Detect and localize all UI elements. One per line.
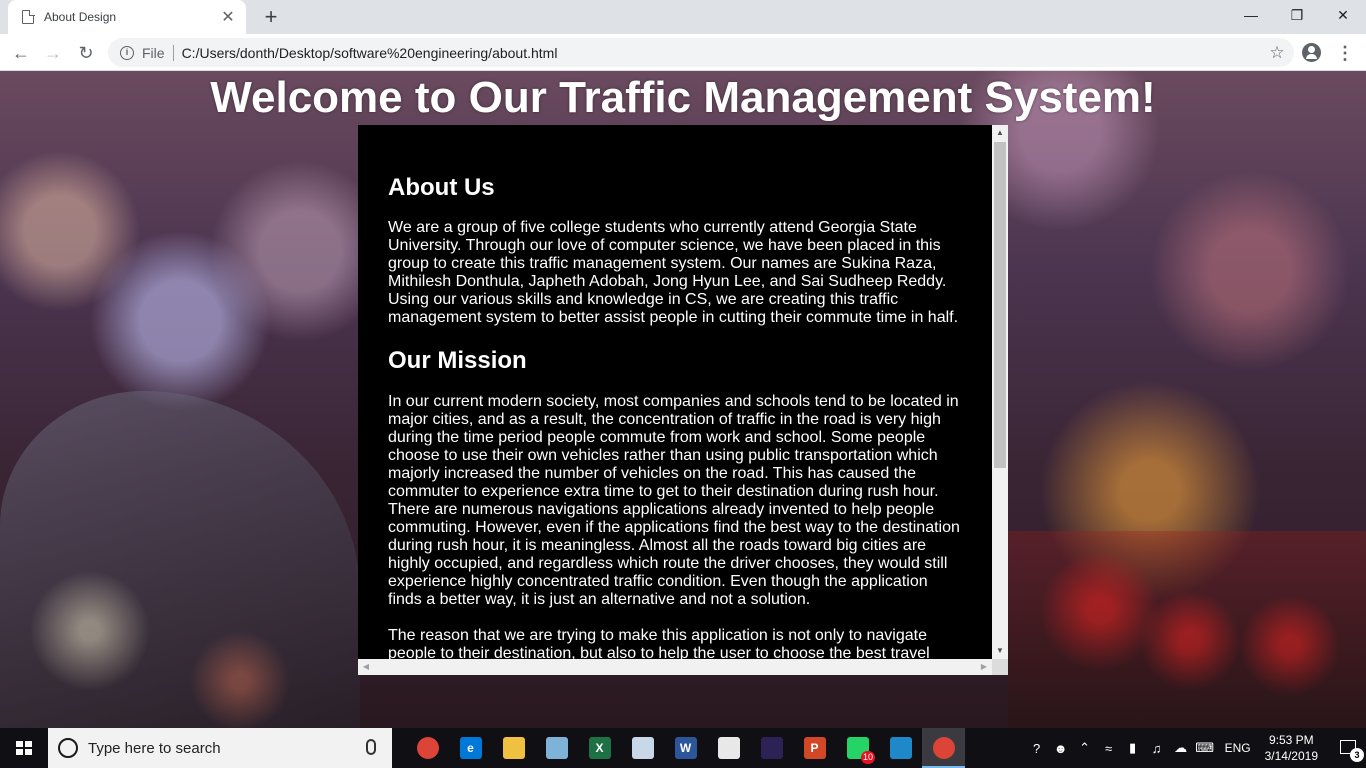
search-placeholder: Type here to search	[88, 739, 221, 757]
browser-tab[interactable]: About Design ✕	[8, 0, 246, 34]
content-scroll-area[interactable]: About Us We are a group of five college …	[358, 125, 992, 659]
address-bar[interactable]: i File C:/Users/donth/Desktop/software%2…	[108, 38, 1294, 67]
vertical-scrollbar[interactable]: ▲ ▼	[992, 125, 1008, 659]
back-button[interactable]: ←	[8, 40, 34, 66]
new-tab-button[interactable]: +	[258, 4, 284, 30]
clock-time: 9:53 PM	[1268, 733, 1314, 747]
powerpoint-icon: P	[803, 737, 826, 759]
taskbar-app-eclipse[interactable]	[750, 728, 793, 768]
scroll-up-icon[interactable]: ▲	[992, 125, 1008, 141]
people-icon[interactable]: ☻	[1049, 741, 1073, 756]
battery-icon[interactable]: ▮	[1121, 740, 1145, 756]
start-button[interactable]	[0, 728, 48, 768]
bookmark-star-icon[interactable]: ☆	[1260, 43, 1294, 63]
eclipse-icon	[760, 737, 783, 759]
taskbar-app-word[interactable]: W	[664, 728, 707, 768]
scroll-down-icon[interactable]: ▼	[992, 643, 1008, 659]
edge-icon: e	[459, 737, 482, 759]
divider	[172, 44, 174, 61]
document-icon	[22, 9, 35, 24]
about-paragraph: We are a group of five college students …	[388, 219, 959, 326]
taskbar-app-edge[interactable]: e	[449, 728, 492, 768]
content-panel[interactable]: About Us We are a group of five college …	[358, 125, 1008, 675]
windows-icon	[16, 741, 32, 755]
store-icon	[717, 737, 740, 759]
maximize-button[interactable]: ❐	[1274, 0, 1320, 30]
system-tray: ? ☻ ⌃ ≈ ▮ ♫ ☁ ⌨ ENG 9:53 PM 3/14/2019 3	[1025, 728, 1366, 768]
taskbar-app-chrome[interactable]	[406, 728, 449, 768]
microphone-icon[interactable]	[366, 739, 376, 755]
minimize-button[interactable]: —	[1228, 0, 1274, 30]
taskbar-app-paint[interactable]	[621, 728, 664, 768]
taskbar-app-remote[interactable]	[879, 728, 922, 768]
keyboard-icon[interactable]: ⌨	[1193, 740, 1217, 756]
volume-icon[interactable]: ♫	[1145, 741, 1169, 756]
mission-paragraph-1: In our current modern society, most comp…	[388, 393, 960, 608]
scrollbar-thumb[interactable]	[994, 142, 1006, 468]
taskbar-app-chrome-active[interactable]	[922, 728, 965, 768]
taskbar: Type here to search e X W P 10 ? ☻ ⌃ ≈ ▮ ♫ ☁…	[0, 728, 1366, 768]
clock-date: 3/14/2019	[1264, 749, 1318, 763]
url-text[interactable]: C:/Users/donth/Desktop/software%20engine…	[182, 45, 1294, 61]
file-explorer-icon	[502, 737, 525, 759]
file-scheme-label: File	[142, 44, 165, 61]
taskbar-app-powerpoint[interactable]: P	[793, 728, 836, 768]
word-icon: W	[674, 737, 697, 759]
mission-paragraph-2: The reason that we are trying to make th…	[388, 627, 930, 659]
chrome-icon	[416, 737, 439, 759]
chevron-up-icon[interactable]: ⌃	[1073, 740, 1097, 756]
scrollbar-corner	[992, 659, 1008, 675]
paint-icon	[631, 737, 654, 759]
section-heading-mission: Our Mission	[388, 347, 527, 374]
tab-strip: About Design ✕ + — ❐ ✕	[0, 0, 1366, 34]
taskbar-search[interactable]: Type here to search	[48, 728, 392, 768]
app-badge: 10	[860, 751, 875, 764]
notification-count: 3	[1350, 748, 1364, 762]
tab-close-icon[interactable]: ✕	[220, 7, 236, 27]
help-icon[interactable]: ?	[1025, 741, 1049, 756]
scroll-left-icon[interactable]: ◀	[358, 659, 374, 675]
language-indicator[interactable]: ENG	[1225, 741, 1251, 755]
menu-icon[interactable]: ⋮	[1336, 40, 1354, 66]
tab-title: About Design	[44, 10, 117, 24]
taskbar-app-notepad[interactable]	[535, 728, 578, 768]
reload-button[interactable]: ↻	[73, 40, 99, 66]
section-heading-about: About Us	[388, 174, 495, 201]
scroll-right-icon[interactable]: ▶	[976, 659, 992, 675]
forward-button[interactable]: →	[40, 40, 66, 66]
remote-icon	[889, 737, 912, 759]
taskbar-app-excel[interactable]: X	[578, 728, 621, 768]
wifi-icon[interactable]: ≈	[1097, 741, 1121, 756]
notepad-icon	[545, 737, 568, 759]
excel-icon: X	[588, 737, 611, 759]
clock[interactable]: 9:53 PM 3/14/2019	[1265, 732, 1318, 764]
chrome-active-icon	[932, 737, 955, 759]
account-icon[interactable]	[1302, 43, 1321, 62]
action-center-button[interactable]: 3	[1332, 728, 1366, 768]
browser-toolbar: ← → ↻ i File C:/Users/donth/Desktop/soft…	[0, 34, 1366, 71]
taskbar-app-file-explorer[interactable]	[492, 728, 535, 768]
taskbar-apps: e X W P 10	[406, 728, 965, 768]
close-window-button[interactable]: ✕	[1320, 0, 1366, 30]
horizontal-scrollbar[interactable]: ◀ ▶	[358, 659, 992, 675]
page-viewport: Welcome to Our Traffic Management System…	[0, 71, 1366, 728]
taskbar-app-store[interactable]	[707, 728, 750, 768]
onedrive-icon[interactable]: ☁	[1169, 740, 1193, 756]
page-title: Welcome to Our Traffic Management System…	[210, 73, 1156, 122]
cortana-icon	[58, 738, 78, 758]
taskbar-app-whatsapp[interactable]: 10	[836, 728, 879, 768]
info-icon[interactable]: i	[120, 45, 134, 60]
